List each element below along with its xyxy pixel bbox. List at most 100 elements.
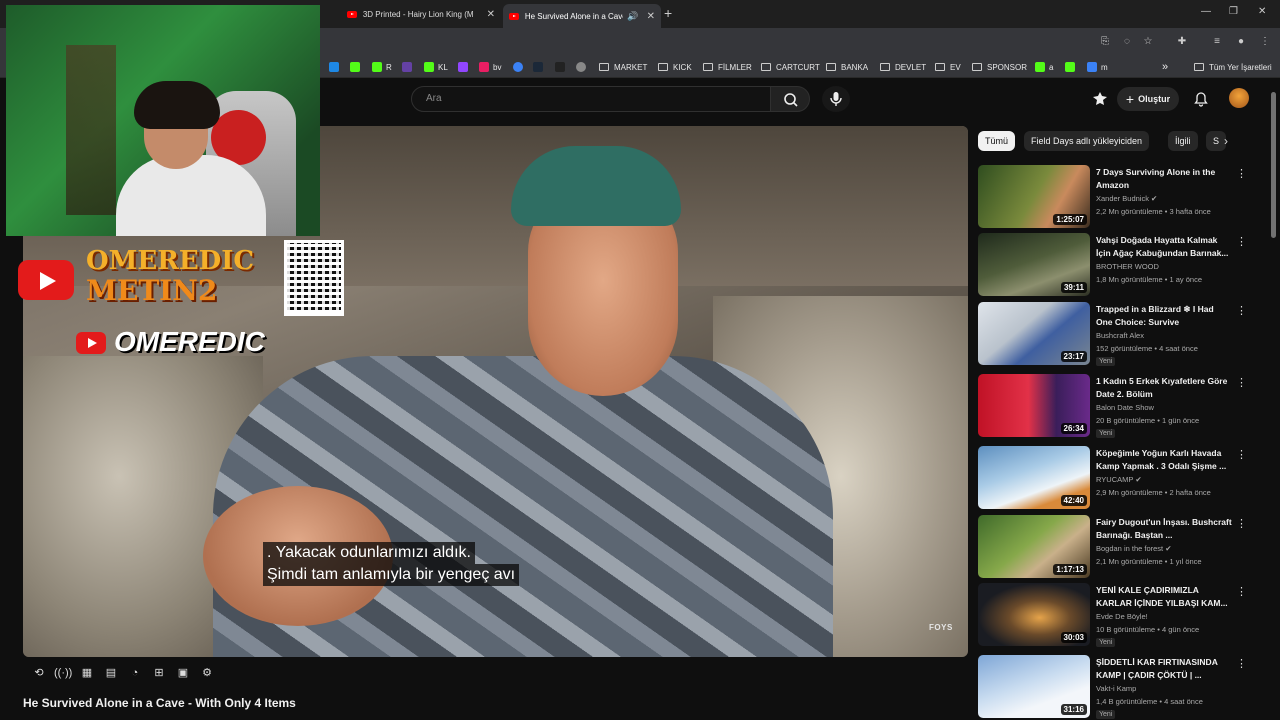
eye-off-icon[interactable]: ◌	[1121, 36, 1133, 48]
recommended-video[interactable]: 39:11 Vahşi Doğada Hayatta Kalmak İçin A…	[978, 233, 1248, 297]
bookmark-folder-devlet[interactable]: DEVLET	[880, 60, 926, 74]
bookmark-folder-kick[interactable]: KICK	[658, 60, 692, 74]
channel-name[interactable]: Bushcraft Alex	[1096, 331, 1144, 340]
add-clip-icon[interactable]: ⊞	[151, 666, 167, 680]
search-button[interactable]	[770, 86, 810, 112]
channel-name[interactable]: Vakt-i Kamp	[1096, 684, 1136, 693]
settings-gear-icon[interactable]: ⚙	[199, 666, 215, 680]
close-tab-icon[interactable]: ✕	[487, 9, 495, 20]
bookmark-item[interactable]: bv	[479, 60, 501, 74]
bookmark-item[interactable]	[1065, 60, 1079, 74]
chip-from-uploader[interactable]: Field Days adlı yükleyiciden	[1024, 131, 1150, 151]
tab-survived-cave[interactable]: He Survived Alone in a Cave 🔊 ✕	[503, 4, 661, 28]
video-thumbnail[interactable]: 23:17	[978, 302, 1090, 365]
more-vertical-icon[interactable]: ⋮	[1236, 376, 1247, 389]
chevron-right-icon[interactable]: ›	[1224, 134, 1228, 148]
chip-more[interactable]: S	[1206, 131, 1227, 151]
video-thumbnail[interactable]: 31:16	[978, 655, 1090, 718]
camera-icon[interactable]: ▣	[175, 666, 191, 680]
channel-name[interactable]: Balon Date Show	[1096, 403, 1154, 412]
video-thumbnail[interactable]: 42:40	[978, 446, 1090, 509]
video-thumbnail[interactable]: 26:34	[978, 374, 1090, 437]
page-scrollbar[interactable]	[1271, 92, 1276, 238]
youtube-premium-gift-icon[interactable]	[1092, 91, 1108, 107]
bookmark-item[interactable]	[513, 60, 527, 74]
recommended-video[interactable]: 42:40 Köpeğimle Yoğun Karlı Havada Kamp …	[978, 446, 1248, 510]
bookmark-item[interactable]	[402, 60, 416, 74]
channel-name[interactable]: RYUCAMP ✔	[1096, 475, 1142, 484]
account-avatar[interactable]	[1229, 88, 1249, 108]
channel-name[interactable]: Evde De Böyle!	[1096, 612, 1148, 621]
install-app-icon[interactable]: ⎘	[1099, 36, 1111, 48]
bookmark-folder-sponsor[interactable]: SPONSOR	[972, 60, 1027, 74]
clapperboard-icon[interactable]: ▦	[79, 666, 95, 680]
close-tab-icon[interactable]: ✕	[647, 11, 655, 22]
video-title[interactable]: Köpeğimle Yoğun Karlı Havada Kamp Yapmak…	[1096, 447, 1232, 473]
video-thumbnail[interactable]: 1:25:07	[978, 165, 1090, 228]
restore-window-button[interactable]: ❐	[1229, 6, 1238, 17]
channel-name[interactable]: BROTHER WOOD	[1096, 262, 1159, 271]
recommended-video[interactable]: 31:16 ŞİDDETLİ KAR FIRTINASINDA KAMP | Ç…	[978, 655, 1248, 719]
playlist-icon[interactable]: ▤	[103, 666, 119, 680]
bookmark-item[interactable]	[329, 60, 343, 74]
search-input[interactable]: Ara	[411, 86, 771, 112]
bookmark-item[interactable]: m	[1087, 60, 1108, 74]
new-tab-button[interactable]: +	[664, 5, 672, 21]
bookmark-folder-ev[interactable]: EV	[935, 60, 961, 74]
bookmarks-overflow-button[interactable]: »	[1162, 60, 1168, 74]
bookmark-folder-banka[interactable]: BANKA	[826, 60, 868, 74]
bookmark-folder-market[interactable]: MARKET	[599, 60, 647, 74]
more-vertical-icon[interactable]: ⋮	[1236, 167, 1247, 180]
bookmark-folder-cartcurt[interactable]: CARTCURT	[761, 60, 820, 74]
notifications-bell-icon[interactable]	[1193, 91, 1209, 107]
extensions-icon[interactable]: ✚	[1176, 36, 1188, 48]
more-vertical-icon[interactable]: ⋮	[1236, 304, 1247, 317]
video-thumbnail[interactable]: 39:11	[978, 233, 1090, 296]
recommended-video[interactable]: 26:34 1 Kadın 5 Erkek Kıyafetlere Göre D…	[978, 374, 1248, 438]
recommended-video[interactable]: 30:03 YENİ KALE ÇADIRIMIZLA KARLAR İÇİND…	[978, 583, 1248, 647]
more-vertical-icon[interactable]: ⋮	[1236, 517, 1247, 530]
channel-name[interactable]: Xander Budnick ✔	[1096, 194, 1157, 203]
more-vertical-icon[interactable]: ⋮	[1236, 657, 1247, 670]
minimize-window-button[interactable]: —	[1201, 6, 1211, 17]
audio-icon[interactable]: ((·))	[54, 666, 72, 680]
bookmark-item[interactable]	[533, 60, 547, 74]
speaker-icon[interactable]: 🔊	[627, 11, 638, 22]
video-title[interactable]: ŞİDDETLİ KAR FIRTINASINDA KAMP | ÇADIR Ç…	[1096, 656, 1232, 682]
bookmark-item[interactable]	[555, 60, 569, 74]
bookmark-star-icon[interactable]: ☆	[1142, 36, 1154, 48]
recommended-video[interactable]: 1:25:07 7 Days Surviving Alone in the Am…	[978, 165, 1248, 229]
bookmark-folder-filmler[interactable]: FİLMLER	[703, 60, 752, 74]
bookmark-item[interactable]: a	[1035, 60, 1053, 74]
bookmark-item[interactable]	[576, 60, 590, 74]
voice-search-button[interactable]	[822, 86, 850, 112]
video-title[interactable]: Fairy Dugout'un İnşası. Bushcraft Barına…	[1096, 516, 1232, 542]
bookmark-item[interactable]	[350, 60, 364, 74]
video-title[interactable]: 1 Kadın 5 Erkek Kıyafetlere Göre Date 2.…	[1096, 375, 1232, 401]
browser-menu-icon[interactable]: ⋮	[1259, 36, 1271, 48]
channel-name[interactable]: Bogdan in the forest ✔	[1096, 544, 1172, 553]
all-bookmarks-folder[interactable]: Tüm Yer İşaretleri	[1194, 60, 1272, 74]
video-title[interactable]: Trapped in a Blizzard ❄ I Had One Choice…	[1096, 303, 1232, 329]
tab-search-icon[interactable]: ≡	[1211, 36, 1223, 48]
more-vertical-icon[interactable]: ⋮	[1236, 585, 1247, 598]
chip-related[interactable]: İlgili	[1168, 131, 1198, 151]
video-title[interactable]: 7 Days Surviving Alone in the Amazon	[1096, 166, 1232, 192]
speedometer-icon[interactable]: ◔	[127, 666, 143, 680]
video-thumbnail[interactable]: 30:03	[978, 583, 1090, 646]
more-vertical-icon[interactable]: ⋮	[1236, 448, 1247, 461]
bookmark-item[interactable]: R	[372, 60, 392, 74]
more-vertical-icon[interactable]: ⋮	[1236, 235, 1247, 248]
video-thumbnail[interactable]: 1:17:13	[978, 515, 1090, 578]
profile-icon[interactable]: ●	[1235, 36, 1247, 48]
recommended-video[interactable]: 23:17 Trapped in a Blizzard ❄ I Had One …	[978, 302, 1248, 366]
recommended-video[interactable]: 1:17:13 Fairy Dugout'un İnşası. Bushcraf…	[978, 515, 1248, 579]
video-title[interactable]: YENİ KALE ÇADIRIMIZLA KARLAR İÇİNDE YILB…	[1096, 584, 1232, 610]
video-title[interactable]: Vahşi Doğada Hayatta Kalmak İçin Ağaç Ka…	[1096, 234, 1232, 260]
bookmark-item[interactable]	[458, 60, 472, 74]
loop-icon[interactable]: ⟲	[31, 666, 47, 680]
create-button[interactable]: + Oluştur	[1117, 87, 1179, 111]
bookmark-item[interactable]: KL	[424, 60, 448, 74]
close-window-button[interactable]: ✕	[1258, 6, 1266, 17]
tab-hairy-lion-king[interactable]: 3D Printed - Hairy Lion King (M ✕	[341, 4, 501, 24]
